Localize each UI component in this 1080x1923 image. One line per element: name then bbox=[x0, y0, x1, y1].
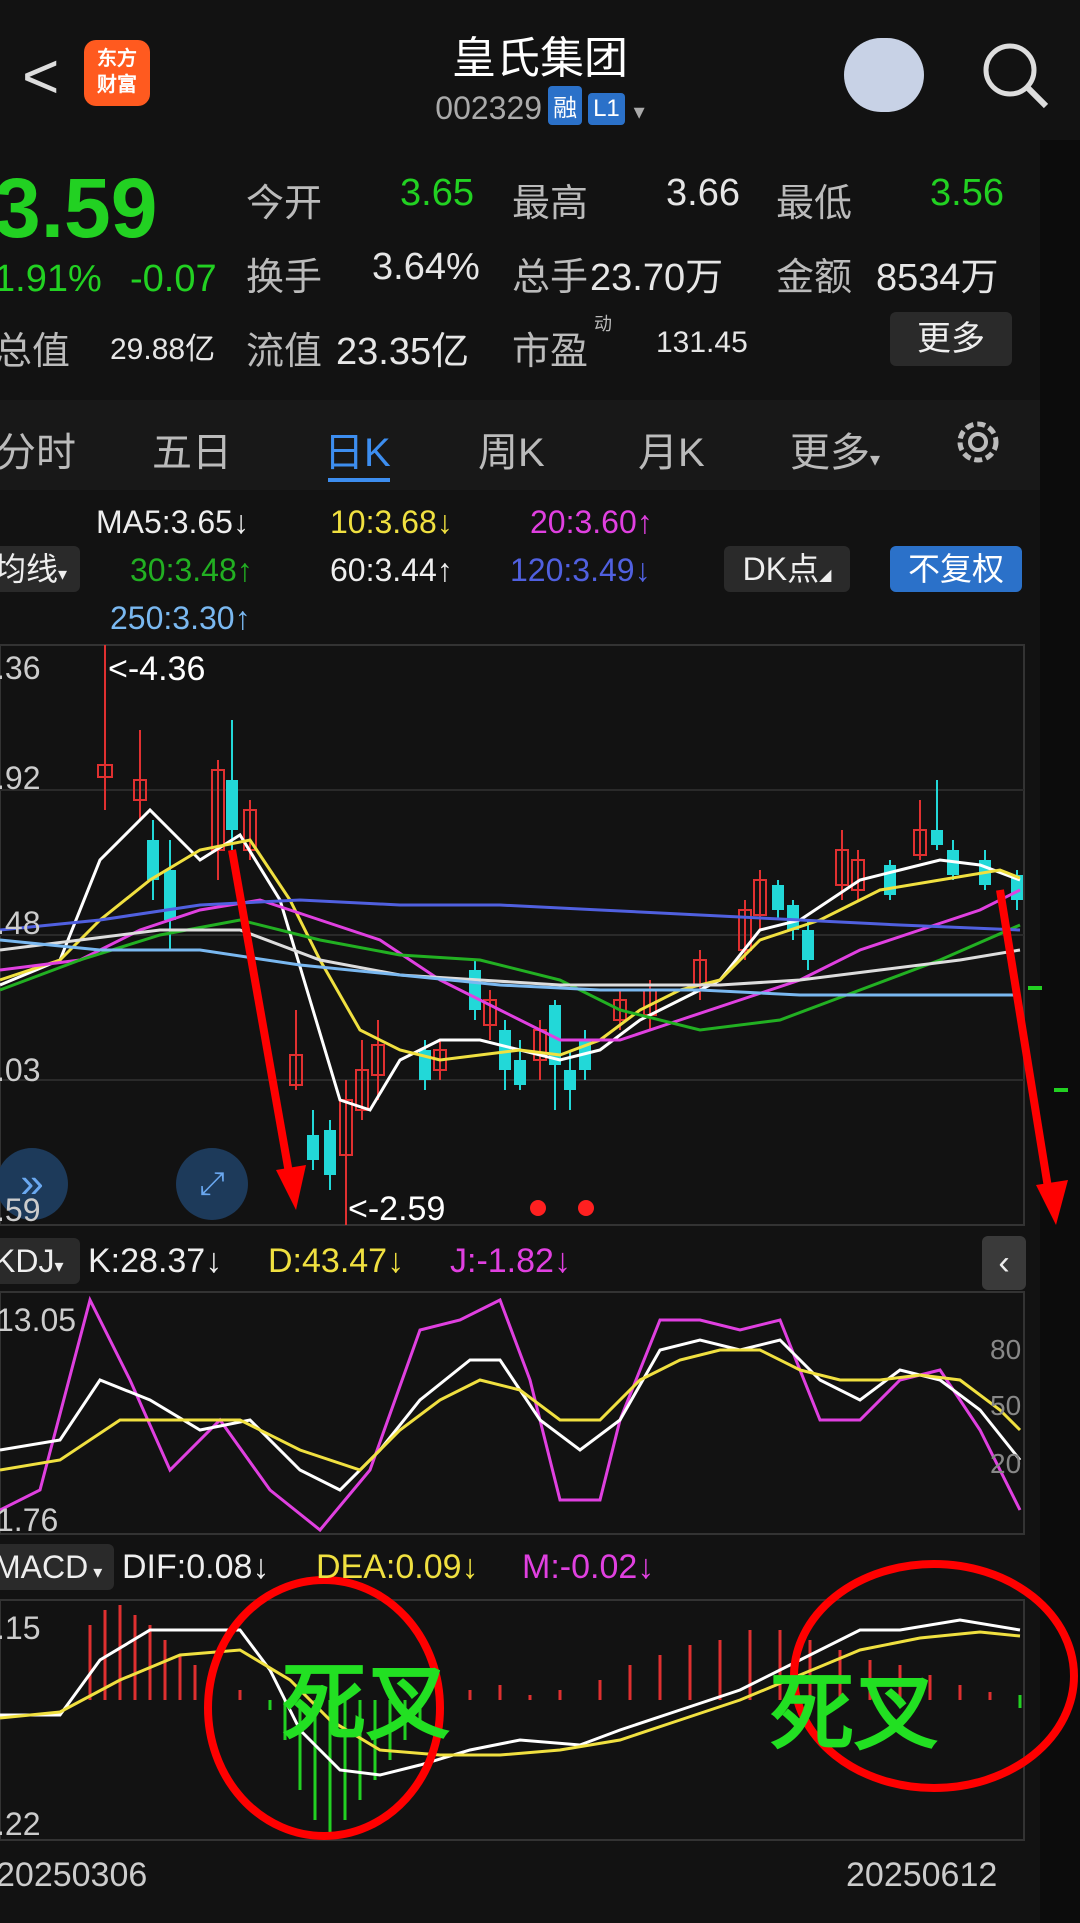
kdj-d-line bbox=[0, 1348, 1022, 1472]
candle-body bbox=[324, 1130, 336, 1175]
candle-body bbox=[226, 780, 238, 830]
start-date-label: 20250306 bbox=[0, 1856, 148, 1894]
kdj-axis-label: 13.05 bbox=[0, 1302, 77, 1338]
macd-dea-value: DEA:0.09↓ bbox=[316, 1548, 479, 1586]
kdj-j-value: J:-1.82↓ bbox=[450, 1242, 571, 1280]
kdj-level-label: 50 bbox=[990, 1390, 1022, 1421]
macd-axis-label: .22 bbox=[0, 1806, 41, 1842]
annotation-arrowhead bbox=[1036, 1180, 1068, 1225]
candle-body bbox=[802, 930, 814, 960]
macd-m-value: M:-0.02↓ bbox=[522, 1548, 655, 1586]
kdj-d-value: D:43.47↓ bbox=[268, 1242, 405, 1280]
kdj-axis-label: 1.76 bbox=[0, 1502, 59, 1538]
macd-select[interactable]: MACD ▾ bbox=[0, 1544, 114, 1590]
price-axis-label: .36 bbox=[0, 650, 41, 686]
kdj-k-value: K:28.37↓ bbox=[88, 1242, 223, 1280]
price-axis-label: .03 bbox=[0, 1052, 41, 1088]
death-cross-annotation: 死叉 bbox=[282, 1656, 451, 1750]
candle-body bbox=[772, 885, 784, 910]
annotation-arrowhead bbox=[276, 1165, 306, 1210]
price-axis-label: .59 bbox=[0, 1192, 41, 1228]
candle-body bbox=[164, 870, 176, 920]
candle-body bbox=[931, 830, 943, 845]
kdj-select[interactable]: KDJ▾ bbox=[0, 1238, 80, 1284]
candle-body bbox=[469, 970, 481, 1010]
expand-icon[interactable]: ⤢ bbox=[176, 1148, 248, 1220]
kline-chart[interactable] bbox=[0, 0, 1080, 1923]
price-axis-label: .92 bbox=[0, 760, 41, 796]
high-marker-label: <-4.36 bbox=[108, 650, 206, 688]
macd-axis-label: .15 bbox=[0, 1610, 41, 1646]
kdj-level-label: 20 bbox=[990, 1448, 1022, 1479]
low-marker-label: <-2.59 bbox=[348, 1190, 446, 1228]
collapse-panel-icon[interactable]: ‹ bbox=[982, 1236, 1026, 1290]
end-date-label: 20250612 bbox=[846, 1856, 998, 1894]
death-cross-annotation: 死叉 bbox=[770, 1666, 939, 1760]
macd-dif-value: DIF:0.08↓ bbox=[122, 1548, 270, 1586]
marker-dot bbox=[530, 1200, 546, 1216]
candle-body bbox=[514, 1060, 526, 1085]
price-axis-label: .48 bbox=[0, 905, 41, 941]
kdj-level-label: 80 bbox=[990, 1334, 1022, 1365]
candle-body bbox=[307, 1135, 319, 1160]
kdj-j-line bbox=[0, 1295, 1022, 1533]
candle-body bbox=[564, 1070, 576, 1090]
marker-dot bbox=[578, 1200, 594, 1216]
